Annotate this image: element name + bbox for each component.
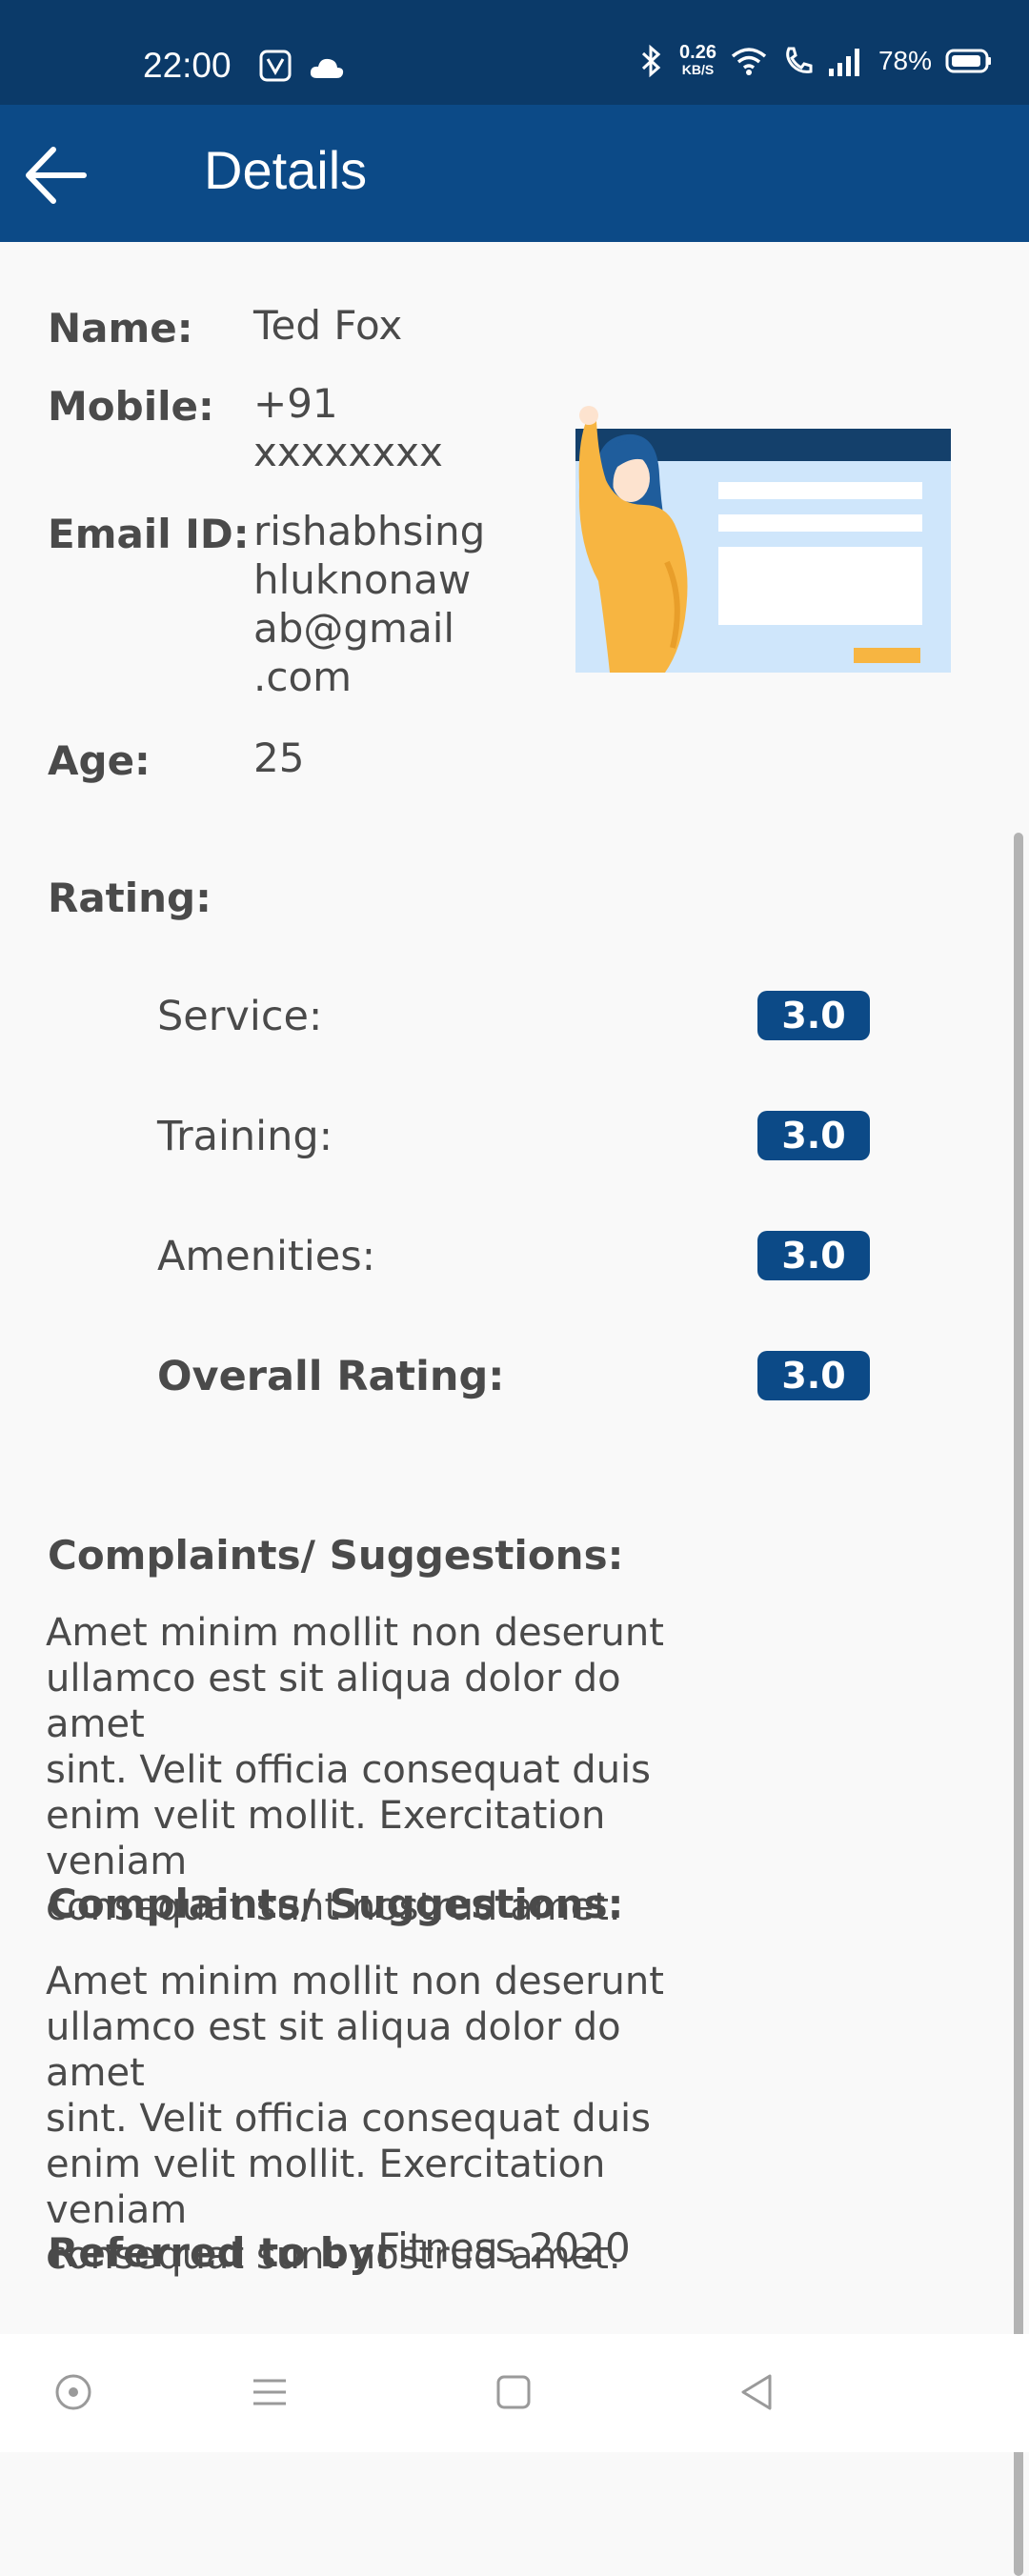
rating-label: Amenities: (157, 1233, 376, 1280)
cloud-icon (310, 58, 344, 78)
age-value: 25 (253, 735, 305, 781)
age-label: Age: (48, 737, 151, 784)
complaints-line: enim velit mollit. Exercitation veniam (46, 1794, 606, 1883)
rating-badge: 3.0 (757, 991, 870, 1040)
name-label: Name: (48, 305, 193, 352)
complaints-heading: Complaints/ Suggestions: (48, 1881, 624, 1927)
complaints-line: ullamco est sit aliqua dolor do amet (46, 2005, 621, 2095)
complaints-line: sint. Velit officia consequat duis (46, 1748, 651, 1792)
mobile-line: xxxxxxxx (253, 429, 443, 475)
details-content: Name: Ted Fox Mobile: +91 xxxxxxxx Email… (0, 242, 1029, 2576)
rating-badge: 3.0 (757, 1111, 870, 1160)
battery-percent: 78% (878, 46, 932, 75)
volte-call-icon (786, 47, 813, 73)
complaints-line: ullamco est sit aliqua dolor do amet (46, 1657, 621, 1746)
system-nav-bar (0, 2334, 1029, 2452)
menu-icon[interactable] (246, 2368, 293, 2416)
complaints-heading: Complaints/ Suggestions: (48, 1532, 624, 1579)
mobile-line: +91 (253, 380, 338, 427)
home-dot-icon[interactable] (50, 2368, 97, 2416)
status-indicators: 0.26 KB/S 78% (637, 42, 993, 78)
email-value: rishabhsing hluknonaw ab@gmail .com (253, 507, 485, 701)
rating-heading: Rating: (48, 875, 212, 921)
email-line: .com (253, 654, 353, 700)
back-button[interactable] (21, 141, 90, 210)
page-title: Details (204, 140, 368, 200)
arrow-left-icon (26, 147, 87, 204)
profile-illustration (575, 406, 951, 673)
mobile-value: +91 xxxxxxxx (253, 379, 443, 476)
referral-label: Referred to by: (48, 2229, 391, 2276)
status-bar: 22:00 0.26 KB/S 78% (0, 0, 1029, 105)
complaints-line: Amet minim mollit non deserunt (46, 1611, 664, 1655)
square-icon[interactable] (490, 2368, 537, 2416)
rating-label: Service: (157, 993, 323, 1040)
email-line: ab@gmail (253, 605, 455, 652)
complaints-line: sint. Velit officia consequat duis (46, 2097, 651, 2141)
rating-badge: 3.0 (757, 1351, 870, 1400)
name-value: Ted Fox (253, 302, 403, 349)
app-bar: Details (0, 105, 1029, 242)
triangle-back-icon[interactable] (734, 2368, 781, 2416)
referral-value: Fitness 2020 (377, 2224, 631, 2271)
email-line: rishabhsing (253, 508, 486, 554)
complaints-line: enim velit mollit. Exercitation veniam (46, 2143, 606, 2232)
signal-strength-icon (828, 49, 859, 76)
scrollbar[interactable] (1014, 833, 1023, 2576)
network-speed: 0.26 KB/S (679, 42, 716, 78)
network-speed-unit: KB/S (681, 62, 715, 77)
rating-badge: 3.0 (757, 1231, 870, 1280)
app-notification-icon (259, 50, 292, 82)
email-line: hluknonaw (253, 556, 472, 603)
network-speed-value: 0.26 (679, 42, 716, 63)
wifi-icon (731, 48, 767, 75)
rating-label: Overall Rating: (157, 1353, 505, 1400)
mobile-label: Mobile: (48, 383, 214, 430)
bluetooth-icon (641, 44, 661, 78)
status-time: 22:00 (143, 46, 232, 85)
battery-icon (945, 49, 991, 73)
complaints-line: Amet minim mollit non deserunt (46, 1960, 664, 2003)
email-label: Email ID: (48, 511, 250, 557)
rating-label: Training: (157, 1113, 333, 1160)
